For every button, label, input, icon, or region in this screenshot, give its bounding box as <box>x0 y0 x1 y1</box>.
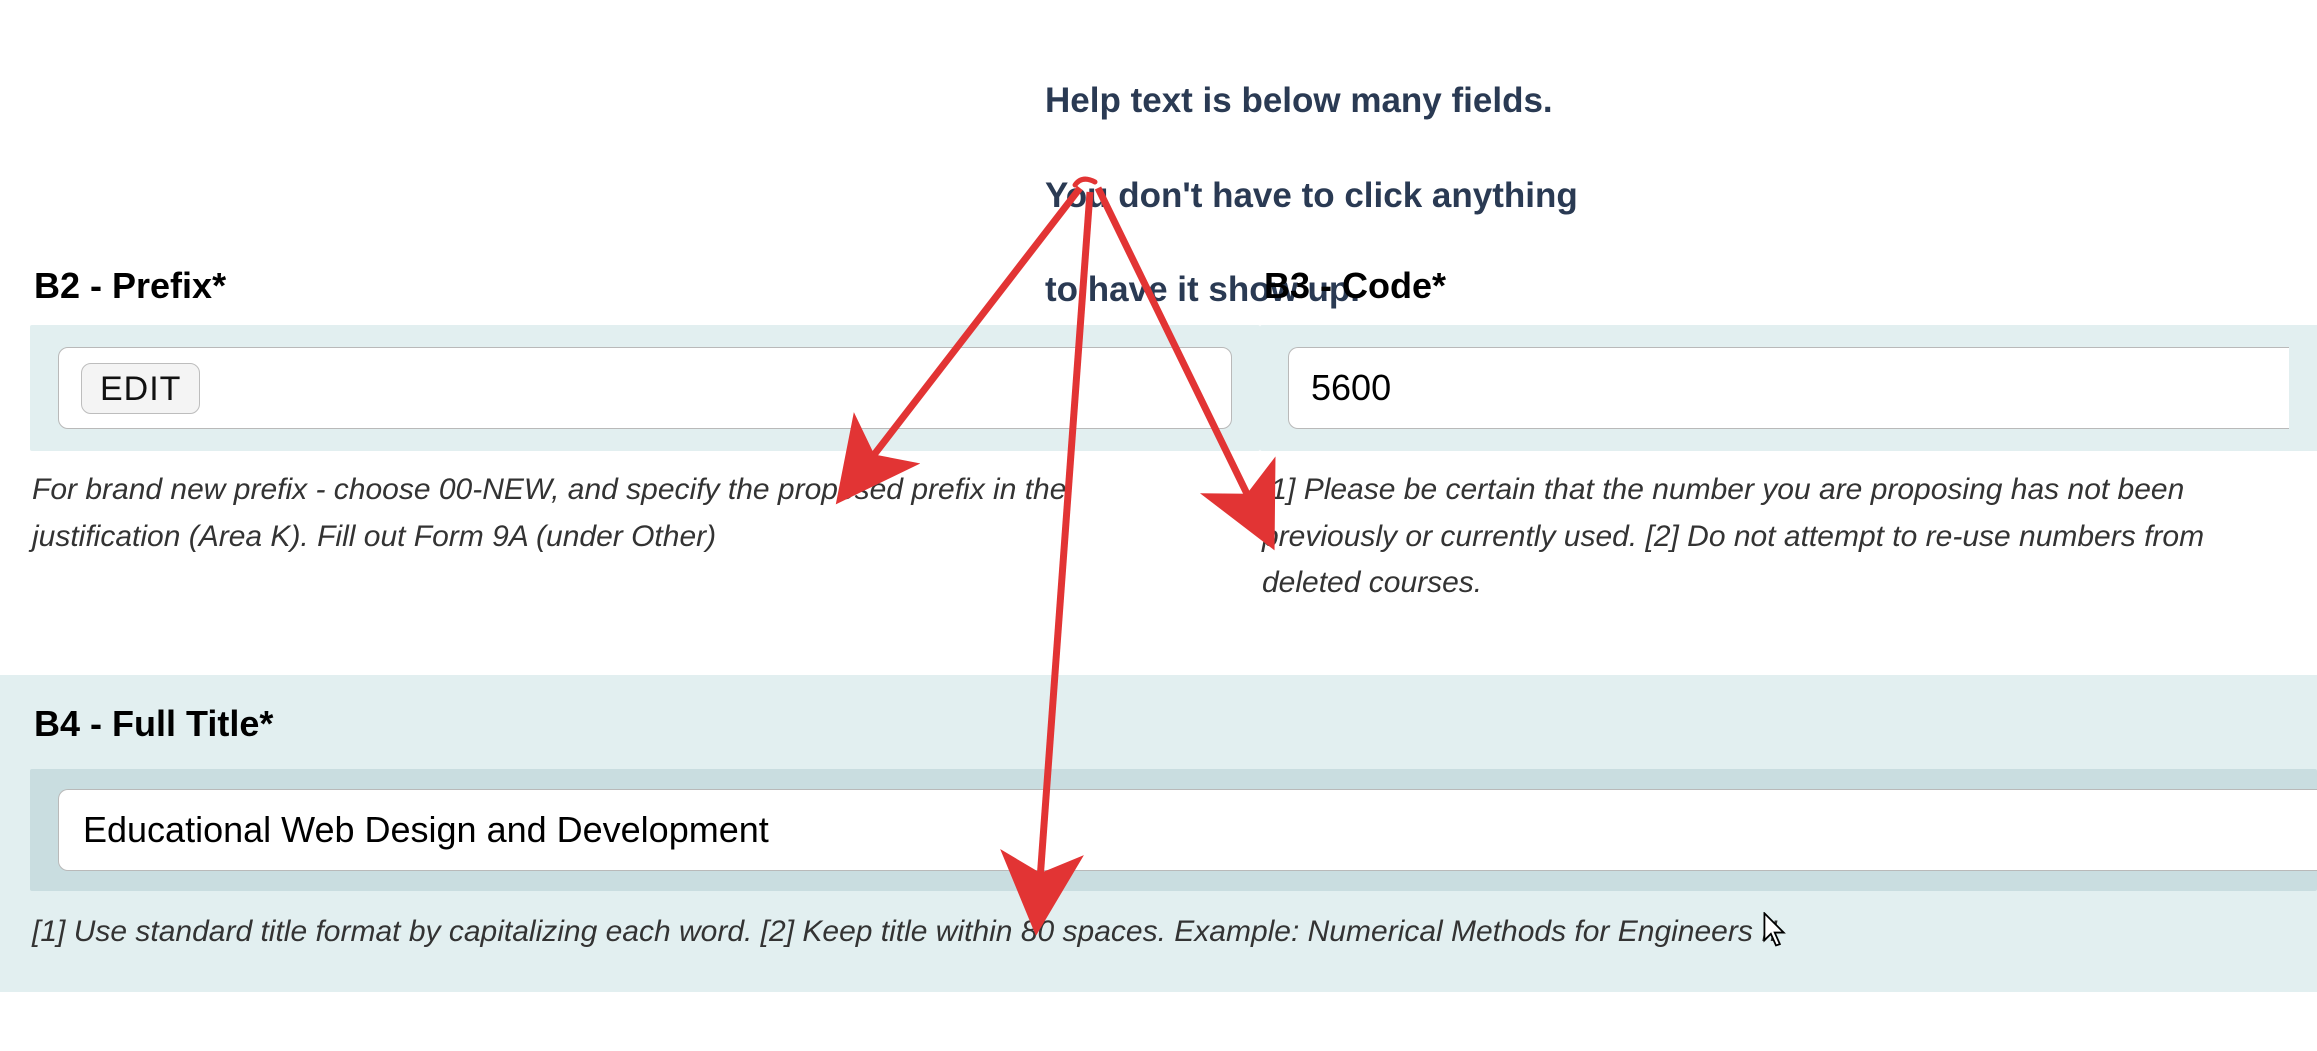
full-title-input[interactable] <box>58 789 2317 871</box>
cursor-icon <box>1762 912 1790 948</box>
input-wrap-b2: EDIT <box>30 325 1260 451</box>
label-b3-code: B3 - Code* <box>1264 265 2317 307</box>
prefix-input-container[interactable]: EDIT <box>58 347 1232 429</box>
label-b2-prefix: B2 - Prefix* <box>34 265 1260 307</box>
input-wrap-b4 <box>30 769 2317 891</box>
field-b4-full-title: B4 - Full Title* [1] Use standard title … <box>0 675 2317 992</box>
callout-line-1: Help text is below many fields. <box>1045 81 1553 120</box>
callout-line-2: You don't have to click anything <box>1045 176 1578 215</box>
help-text-b3: [1] Please be certain that the number yo… <box>1260 467 2317 607</box>
edit-prefix-button[interactable]: EDIT <box>81 363 200 414</box>
help-text-b2: For brand new prefix - choose 00-NEW, an… <box>30 467 1260 560</box>
input-wrap-b3 <box>1260 325 2317 451</box>
help-text-b4: [1] Use standard title format by capital… <box>30 909 2317 956</box>
field-b2-prefix: B2 - Prefix* EDIT For brand new prefix -… <box>30 265 1260 607</box>
code-input[interactable] <box>1288 347 2289 429</box>
field-b3-code: B3 - Code* [1] Please be certain that th… <box>1260 265 2317 607</box>
label-b4-full-title: B4 - Full Title* <box>34 703 2317 745</box>
row-b2-b3: B2 - Prefix* EDIT For brand new prefix -… <box>30 265 2317 607</box>
